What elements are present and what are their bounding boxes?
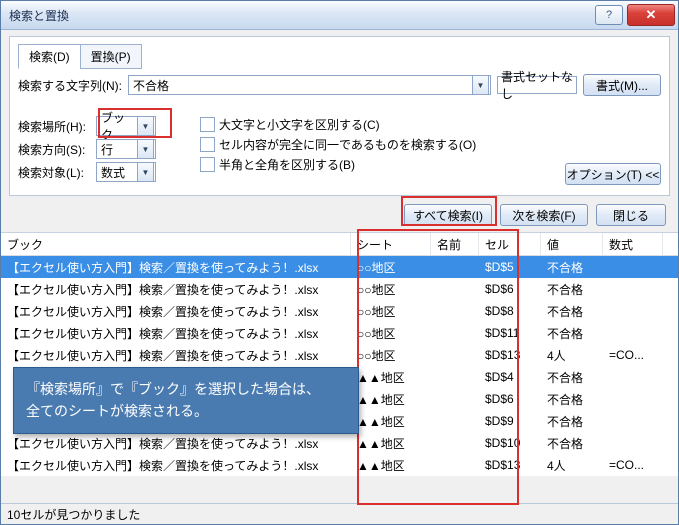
options-button[interactable]: オプション(T) << [565,163,661,185]
help-button[interactable]: ? [595,5,623,25]
col-formula[interactable]: 数式 [603,233,663,255]
results-table: ブック シート 名前 セル 値 数式 【エクセル使い方入門】検索／置換を使ってみ… [1,232,678,476]
highlight-within [98,108,172,138]
status-bar: 10セルが見つかりました [1,503,678,524]
chevron-down-icon[interactable]: ▼ [137,139,154,159]
matchcase-checkbox[interactable] [200,117,215,132]
table-row[interactable]: 【エクセル使い方入門】検索／置換を使ってみよう！.xlsx○○地区$D$8不合格 [1,300,678,322]
table-row[interactable]: 【エクセル使い方入門】検索／置換を使ってみよう！.xlsx▲▲地区$D$134人… [1,454,678,476]
close-window-button[interactable]: ✕ [627,4,675,26]
tab-replace[interactable]: 置換(P) [80,44,142,69]
col-book[interactable]: ブック [1,233,351,255]
table-row[interactable]: 【エクセル使い方入門】検索／置換を使ってみよう！.xlsx○○地区$D$5不合格 [1,256,678,278]
entirecell-checkbox[interactable] [200,137,215,152]
highlight-columns [357,229,519,505]
label-direction: 検索方向(S): [18,141,90,158]
highlight-findall [401,196,497,226]
find-replace-dialog: 検索と置換 ? ✕ 検索(D) 置換(P) 検索する文字列(N): 不合格 ▼ … [0,0,679,525]
findwhat-input[interactable]: 不合格 ▼ [128,75,491,95]
table-row[interactable]: 【エクセル使い方入門】検索／置換を使ってみよう！.xlsx○○地区$D$6不合格 [1,278,678,300]
byteequiv-checkbox[interactable] [200,157,215,172]
label-byteequiv: 半角と全角を区別する(B) [219,156,355,173]
titlebar[interactable]: 検索と置換 ? ✕ [1,1,678,30]
col-value[interactable]: 値 [541,233,603,255]
results-header: ブック シート 名前 セル 値 数式 [1,233,678,256]
label-matchcase: 大文字と小文字を区別する(C) [219,116,380,133]
table-row[interactable]: 【エクセル使い方入門】検索／置換を使ってみよう！.xlsx○○地区$D$11不合… [1,322,678,344]
format-button[interactable]: 書式(M)... [583,74,661,96]
tab-search[interactable]: 検索(D) [18,44,81,69]
window-title: 検索と置換 [9,7,593,24]
chevron-down-icon[interactable]: ▼ [472,75,489,95]
format-preview: 書式セットなし [497,76,577,94]
label-entirecell: セル内容が完全に同一であるものを検索する(O) [219,136,476,153]
label-within: 検索場所(H): [18,118,90,135]
close-button[interactable]: 閉じる [596,204,666,226]
find-next-button[interactable]: 次を検索(F) [500,204,588,226]
chevron-down-icon[interactable]: ▼ [137,162,154,182]
label-lookin: 検索対象(L): [18,164,90,181]
label-findwhat: 検索する文字列(N): [18,77,122,94]
lookin-dropdown[interactable]: 数式 ▼ [96,162,156,182]
annotation-callout: 『検索場所』で『ブック』を選択した場合は、 全てのシートが検索される。 [13,367,359,434]
table-row[interactable]: 【エクセル使い方入門】検索／置換を使ってみよう！.xlsx○○地区$D$134人… [1,344,678,366]
table-row[interactable]: 【エクセル使い方入門】検索／置換を使ってみよう！.xlsx▲▲地区$D$10不合… [1,432,678,454]
direction-dropdown[interactable]: 行 ▼ [96,139,156,159]
